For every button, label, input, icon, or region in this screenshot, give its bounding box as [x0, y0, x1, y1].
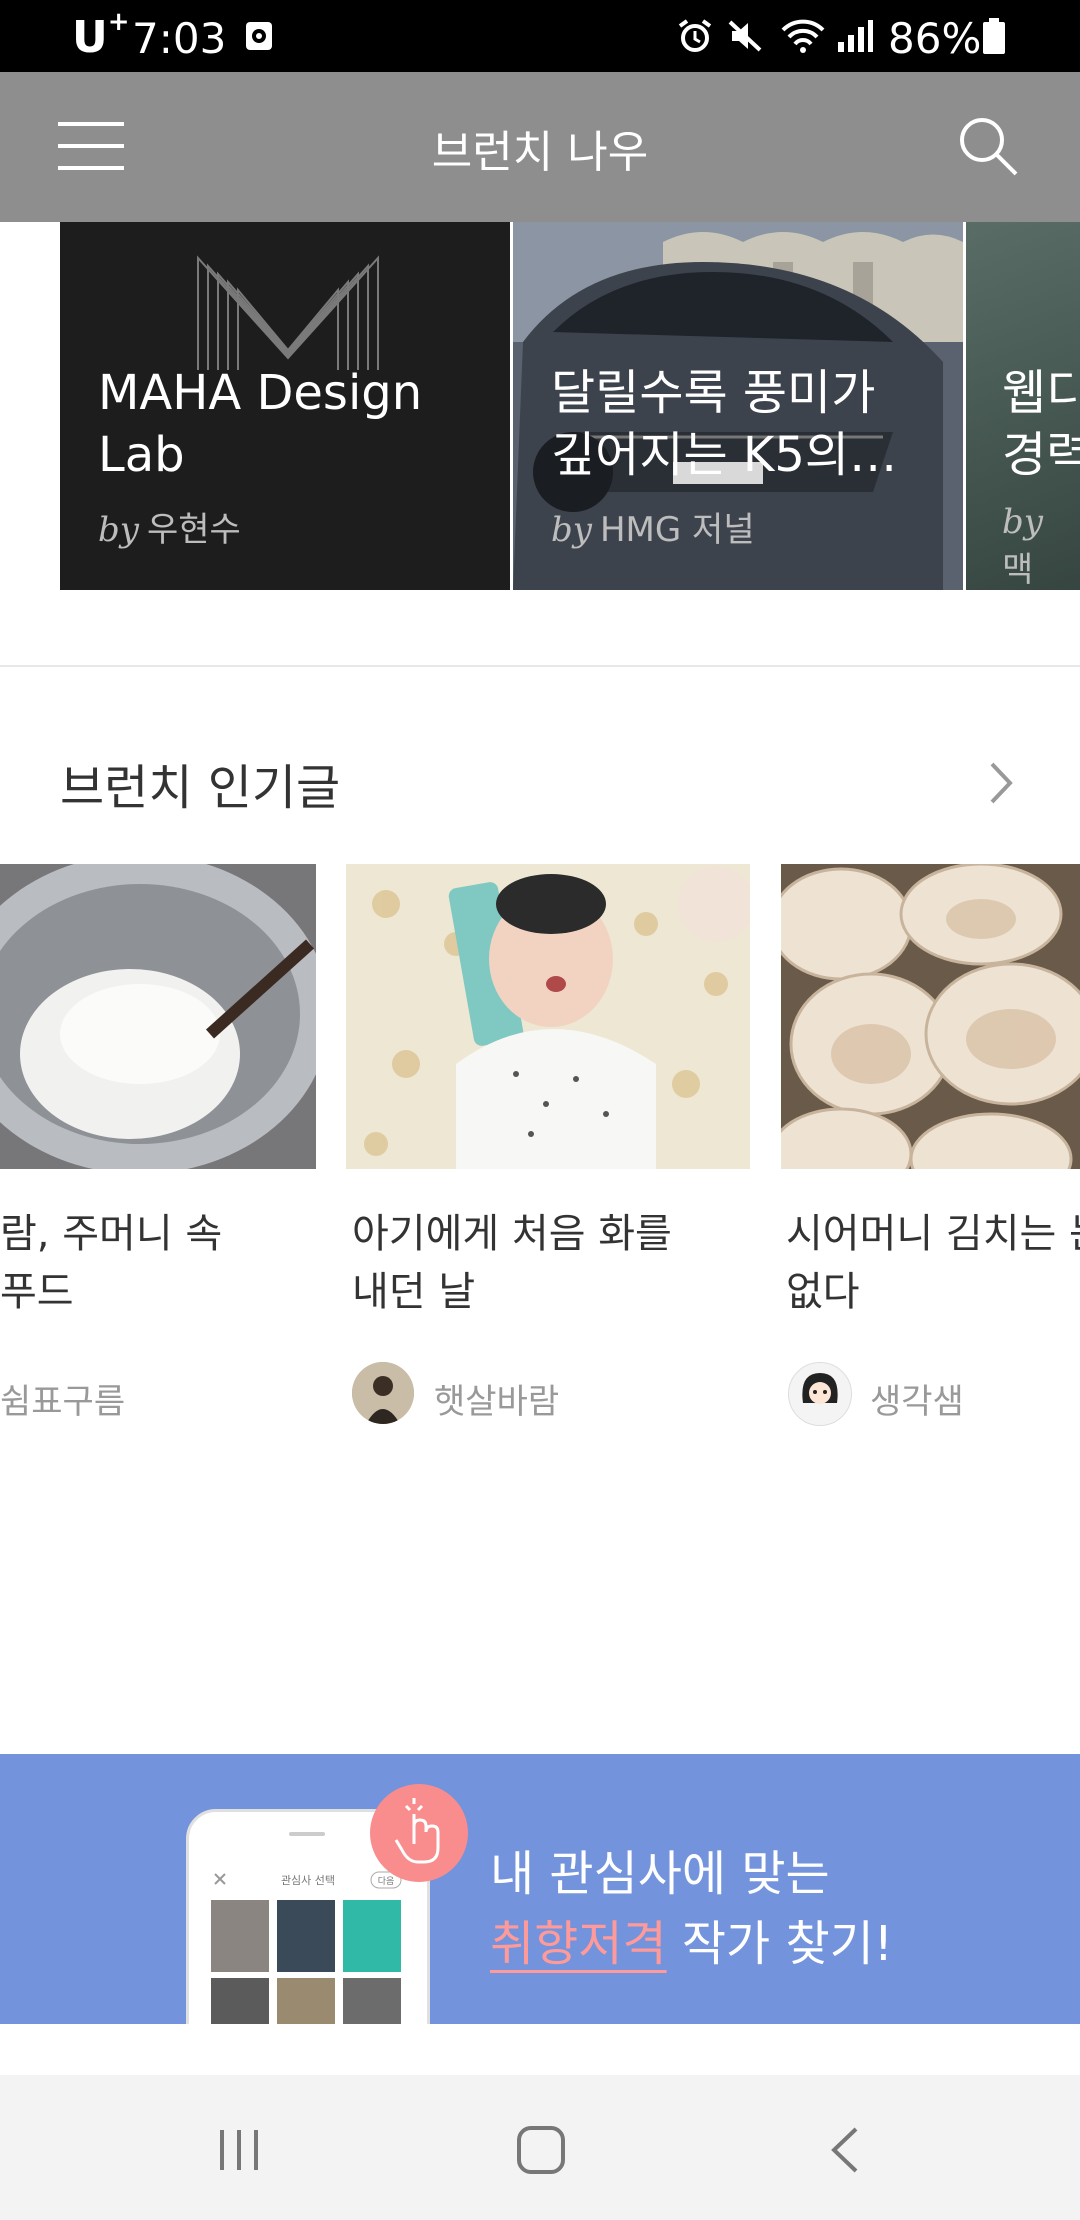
banner-line-1: 내 관심사에 맞는	[490, 1846, 830, 1902]
featured-card[interactable]: 달릴수록 풍미가 깊어지는 K5의… by HMG 저널	[513, 222, 963, 590]
post-title[interactable]: 아기에게 처음 화를 내던 날	[352, 1205, 672, 1321]
battery-percent: 86%	[888, 14, 982, 63]
app-header: 브런치 나우	[0, 72, 1080, 222]
section-title: 브런치 인기글	[60, 760, 341, 816]
post-title[interactable]: 시어머니 김치는 눈 없다	[786, 1205, 1080, 1321]
search-icon[interactable]	[956, 114, 1020, 178]
banner-highlight: 취향저격	[490, 1916, 667, 1972]
home-icon[interactable]	[514, 2123, 568, 2177]
wifi-icon	[781, 19, 825, 53]
screenshot-icon	[246, 22, 272, 50]
dumplings-image	[781, 864, 1080, 1169]
card-title: MAHA Design Lab	[98, 365, 423, 483]
status-bar: U+ 7:03 86%	[0, 0, 1080, 72]
post-thumbnail[interactable]	[781, 864, 1080, 1169]
post-author[interactable]: 생각샘	[788, 1362, 1048, 1426]
flour-bowl-image	[0, 864, 316, 1169]
card-title: 달릴수록 풍미가 깊어지는 K5의…	[551, 365, 898, 483]
maha-logo	[197, 255, 379, 370]
phone-screen-title: 관심사 선택	[281, 1874, 335, 1887]
post-author[interactable]: 햇살바람	[352, 1362, 612, 1424]
post-thumbnail[interactable]	[0, 864, 316, 1169]
chevron-right-icon[interactable]	[986, 758, 1016, 808]
tap-hand-icon	[370, 1784, 468, 1882]
card-author: by맥	[1002, 502, 1043, 590]
post-title[interactable]: 람, 주머니 속 푸드	[0, 1205, 222, 1321]
recent-apps-icon[interactable]	[214, 2125, 264, 2175]
baby-image	[346, 864, 750, 1169]
post-thumbnail[interactable]	[346, 864, 750, 1169]
card-author: by 우현수	[98, 510, 241, 550]
page-title: 브런치 나우	[431, 127, 649, 178]
featured-card[interactable]: 웹디 경력 by맥	[966, 222, 1080, 590]
card-title: 웹디 경력	[1002, 365, 1080, 483]
avatar	[788, 1362, 852, 1426]
featured-card[interactable]: MAHA Design Lab by 우현수	[60, 222, 510, 590]
banner-line-2: 취향저격 작가 찾기!	[490, 1916, 894, 1972]
signal-icon	[838, 20, 873, 52]
author-name: 햇살바람	[434, 1382, 560, 1422]
promo-banner[interactable]: 관심사 선택 다음 내 관심사에 맞는 취향저격 작가 찾기!	[0, 1754, 1080, 2024]
post-author[interactable]: 쉼표구름	[0, 1362, 200, 1424]
author-name: 쉼표구름	[0, 1382, 126, 1422]
clock: 7:03	[132, 14, 227, 63]
battery-icon	[983, 18, 1005, 54]
card-author: by HMG 저널	[551, 510, 755, 550]
section-divider	[0, 665, 1080, 667]
mute-icon	[728, 20, 762, 52]
carrier-label: U+	[72, 7, 130, 63]
system-nav-bar	[0, 2075, 1080, 2220]
author-name: 생각샘	[870, 1382, 964, 1422]
alarm-icon	[678, 19, 712, 52]
avatar	[352, 1362, 414, 1424]
back-icon[interactable]	[820, 2123, 870, 2177]
